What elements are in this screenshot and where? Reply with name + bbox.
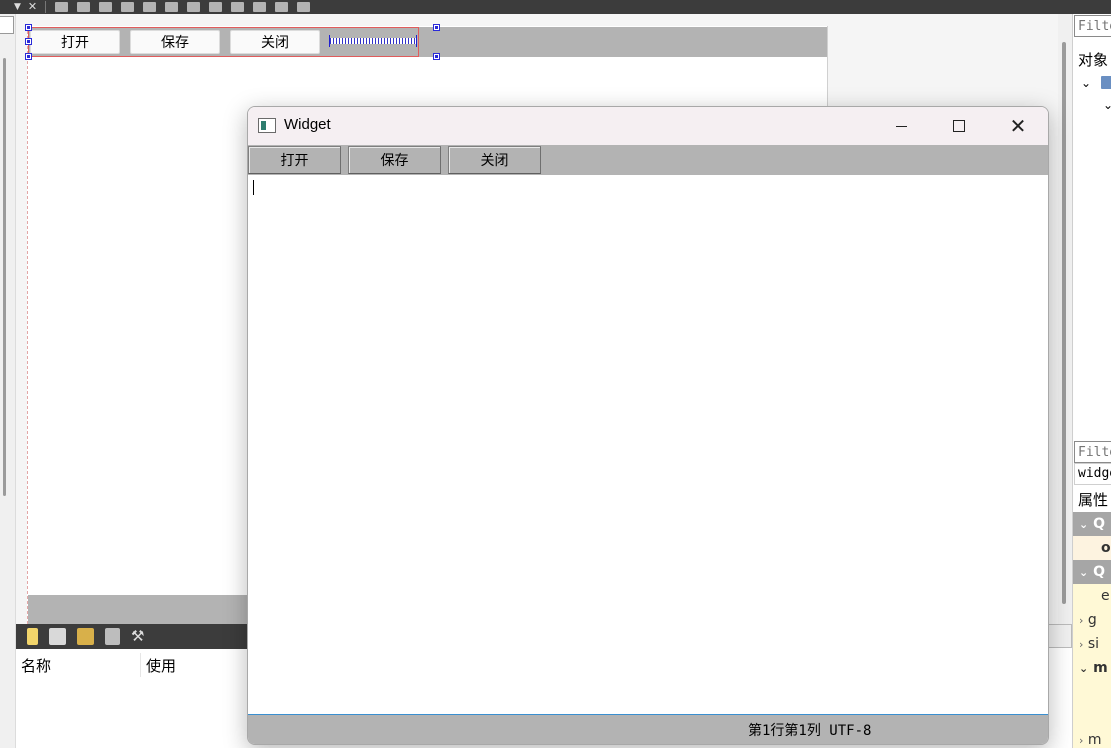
resize-handle[interactable] <box>25 38 32 45</box>
widget-box-edge[interactable] <box>0 16 14 34</box>
close-file-button[interactable]: 关闭 <box>448 146 541 174</box>
window-titlebar[interactable]: Widget ✕ <box>248 107 1048 145</box>
object-filter-input[interactable] <box>1074 15 1111 37</box>
property-row[interactable]: › m <box>1073 728 1111 748</box>
chevron-right-icon: › <box>1079 614 1084 627</box>
column-divider <box>140 653 141 677</box>
chevron-right-icon: › <box>1079 638 1084 651</box>
wrench-icon[interactable]: ⚒ <box>131 628 148 645</box>
form-status-bar <box>28 595 248 624</box>
chevron-down-icon[interactable]: ⌄ <box>1103 98 1111 112</box>
break-layout-icon[interactable] <box>275 2 289 12</box>
maximize-icon <box>953 120 965 132</box>
property-row[interactable] <box>1073 704 1111 728</box>
adjust-size-icon[interactable] <box>297 2 311 12</box>
close-icon[interactable]: ✕ <box>28 1 37 12</box>
resource-toolbar: ⚒ <box>16 624 248 649</box>
text-caret <box>253 180 254 195</box>
edit-signals-icon[interactable] <box>99 2 113 12</box>
close-icon: ✕ <box>1009 114 1027 138</box>
remove-icon[interactable] <box>105 628 120 645</box>
object-column-header: 对象 <box>1078 51 1109 69</box>
left-panel-edge <box>0 14 16 748</box>
open-button[interactable]: 打开 <box>248 146 341 174</box>
widget-object-icon <box>1101 76 1111 89</box>
close-button[interactable]: ✕ <box>995 112 1041 140</box>
layout-horizontal-icon[interactable] <box>143 2 157 12</box>
right-dock: 对象 ⌄ ⌄ widge 属性 ⌄ Q o ⌄ Q e › g › si ⌄ m… <box>1072 14 1111 748</box>
window-button-bar: 打开 保存 关闭 <box>248 145 1048 175</box>
open-file-icon[interactable] <box>49 628 66 645</box>
send-to-back-icon[interactable] <box>55 2 69 12</box>
resize-handle[interactable] <box>433 24 440 31</box>
chevron-down-icon[interactable]: ⌄ <box>1081 76 1091 90</box>
new-file-icon[interactable] <box>27 628 38 645</box>
column-name-header[interactable]: 名称 <box>21 655 51 676</box>
panel-edge <box>1048 624 1072 648</box>
left-scrollbar[interactable] <box>3 58 6 496</box>
layout-vertical-icon[interactable] <box>165 2 179 12</box>
window-title: Widget <box>284 116 331 133</box>
layout-grid-icon[interactable] <box>253 2 267 12</box>
property-row[interactable]: › si <box>1073 632 1111 656</box>
property-filter-input[interactable] <box>1074 441 1111 463</box>
layout-selection-frame <box>28 27 419 57</box>
resize-handle[interactable] <box>433 53 440 60</box>
toolbar-separator <box>45 1 47 13</box>
property-row[interactable]: › g <box>1073 608 1111 632</box>
scrollbar-thumb[interactable] <box>1062 42 1066 604</box>
property-row[interactable]: o <box>1073 536 1111 560</box>
edit-resources-icon[interactable] <box>77 628 94 645</box>
column-usage-header[interactable]: 使用 <box>146 655 176 676</box>
preview-window[interactable]: Widget ✕ 打开 保存 关闭 第1行第1列 UTF-8 <box>247 106 1049 745</box>
property-object-name: widge <box>1074 463 1111 485</box>
bring-to-front-icon[interactable] <box>77 2 91 12</box>
layout-splitter-h-icon[interactable] <box>187 2 201 12</box>
property-column-header: 属性 <box>1078 491 1109 509</box>
chevron-down-icon: ⌄ <box>1079 518 1089 531</box>
chevron-down-icon: ⌄ <box>1079 566 1089 579</box>
property-row[interactable]: e <box>1073 584 1111 608</box>
minimize-icon <box>895 125 907 127</box>
property-group-row[interactable]: ⌄ Q <box>1073 560 1111 584</box>
layout-splitter-v-icon[interactable] <box>209 2 223 12</box>
resize-handle[interactable] <box>25 24 32 31</box>
chevron-right-icon: › <box>1079 734 1084 747</box>
resize-handle[interactable] <box>25 53 32 60</box>
save-button[interactable]: 保存 <box>348 146 441 174</box>
designer-toolbar: ▼ ✕ <box>0 0 1111 14</box>
edit-buddies-icon[interactable] <box>121 2 135 12</box>
status-bar: 第1行第1列 UTF-8 <box>248 715 1048 744</box>
resource-browser: 名称 使用 <box>16 649 248 748</box>
property-row[interactable]: ⌄ m <box>1073 656 1111 680</box>
status-text: 第1行第1列 UTF-8 <box>748 723 872 739</box>
dropdown-arrow-icon[interactable]: ▼ <box>14 2 21 12</box>
maximize-button[interactable] <box>936 112 982 140</box>
minimize-button[interactable] <box>878 112 924 140</box>
layout-form-icon[interactable] <box>231 2 245 12</box>
widget-app-icon <box>258 118 276 133</box>
chevron-down-icon: ⌄ <box>1079 662 1089 675</box>
text-editor[interactable] <box>248 175 1048 715</box>
property-row[interactable] <box>1073 680 1111 704</box>
canvas-scrollbar[interactable] <box>1058 14 1072 624</box>
property-list: ⌄ Q o ⌄ Q e › g › si ⌄ m › m <box>1073 512 1111 748</box>
property-group-row[interactable]: ⌄ Q <box>1073 512 1111 536</box>
